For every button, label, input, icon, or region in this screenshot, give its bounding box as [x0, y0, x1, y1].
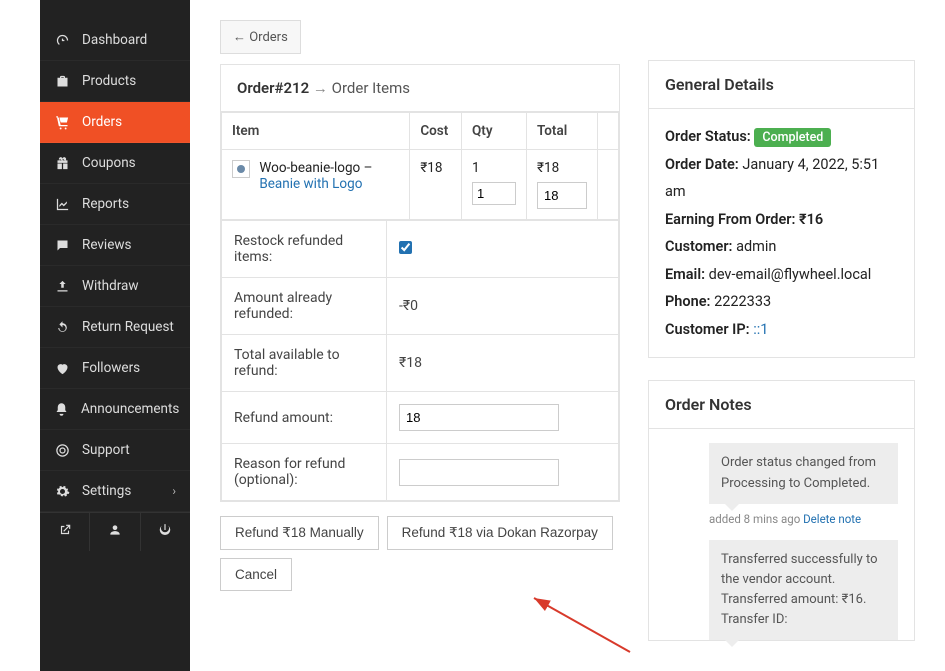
already-refunded-label: Amount already refunded:	[222, 278, 387, 335]
order-items-table: Item Cost Qty Total Woo-beanie-logo – Be…	[221, 112, 619, 220]
order-note: Order status changed from Processing to …	[709, 443, 898, 503]
comment-icon	[54, 238, 70, 253]
sidebar-item-label: Coupons	[82, 155, 136, 171]
sidebar-item-label: Reviews	[82, 237, 132, 253]
email-label: Email:	[665, 266, 705, 283]
restock-label: Restock refunded items:	[222, 221, 387, 278]
sidebar-item-announcements[interactable]: Announcements	[40, 389, 190, 430]
already-refunded-value: -₹0	[387, 278, 619, 335]
note-time: added 8 mins ago	[709, 512, 803, 526]
arrow-icon: →	[313, 79, 332, 97]
product-name-prefix: Woo-beanie-logo –	[259, 160, 372, 176]
col-actions	[598, 113, 619, 150]
bell-icon	[54, 402, 69, 417]
refund-amount-input[interactable]	[399, 404, 559, 431]
sidebar-item-withdraw[interactable]: Withdraw	[40, 266, 190, 307]
cart-icon	[54, 115, 70, 130]
sidebar-item-label: Withdraw	[82, 278, 139, 294]
refund-amount-label: Refund amount:	[222, 392, 387, 444]
available-refund-value: ₹18	[387, 335, 619, 392]
restock-checkbox[interactable]	[399, 241, 412, 254]
back-to-orders-button[interactable]: ← Orders	[220, 20, 301, 54]
sidebar-item-label: Followers	[82, 360, 140, 376]
power-button[interactable]	[141, 513, 190, 551]
ip-value[interactable]: ::1	[753, 321, 768, 338]
sidebar-item-label: Support	[82, 442, 130, 458]
sidebar-item-products[interactable]: Products	[40, 61, 190, 102]
sidebar-item-dashboard[interactable]: Dashboard	[40, 20, 190, 61]
gauge-icon	[54, 33, 70, 48]
order-items-header: Order#212 → Order Items	[221, 65, 619, 112]
item-qty: 1	[472, 160, 516, 176]
product-link[interactable]: Beanie with Logo	[259, 176, 362, 192]
order-date-label: Order Date:	[665, 156, 739, 173]
sidebar-item-label: Dashboard	[82, 32, 147, 48]
delete-note-link[interactable]: Delete note	[803, 512, 861, 526]
order-notes-panel: Order Notes Order status changed from Pr…	[648, 380, 915, 641]
sidebar-item-label: Announcements	[81, 401, 179, 417]
ip-label: Customer IP:	[665, 321, 750, 338]
order-note: Transferred successfully to the vendor a…	[709, 540, 898, 641]
sidebar-item-support[interactable]: Support	[40, 430, 190, 471]
briefcase-icon	[54, 74, 70, 89]
profile-button[interactable]	[90, 513, 140, 551]
col-item: Item	[222, 113, 410, 150]
chevron-right-icon: ›	[172, 484, 176, 498]
cancel-button[interactable]: Cancel	[220, 558, 292, 591]
qty-input[interactable]	[472, 182, 516, 205]
sidebar-item-label: Orders	[82, 114, 122, 130]
earning-label: Earning From Order:	[665, 211, 795, 228]
refund-reason-label: Reason for refund (optional):	[222, 444, 387, 501]
item-cost: ₹18	[410, 150, 462, 220]
refund-manually-button[interactable]: Refund ₹18 Manually	[220, 516, 379, 550]
external-link-button[interactable]	[40, 513, 90, 551]
order-items-panel: Order#212 → Order Items Item Cost Qty To…	[220, 64, 620, 502]
sidebar-item-label: Settings	[82, 483, 131, 499]
gear-icon	[54, 484, 70, 499]
sidebar-item-reports[interactable]: Reports	[40, 184, 190, 225]
sidebar-item-reviews[interactable]: Reviews	[40, 225, 190, 266]
chart-icon	[54, 197, 70, 212]
order-status-label: Order Status:	[665, 128, 751, 145]
order-items-subtitle: Order Items	[332, 79, 410, 97]
order-notes-title: Order Notes	[649, 381, 914, 429]
col-qty: Qty	[462, 113, 527, 150]
refund-reason-input[interactable]	[399, 459, 559, 486]
heart-icon	[54, 361, 70, 376]
status-badge: Completed	[754, 128, 831, 147]
sidebar-item-label: Products	[82, 73, 136, 89]
general-details-panel: General Details Order Status: Completed …	[648, 60, 915, 358]
available-refund-label: Total available to refund:	[222, 335, 387, 392]
phone-label: Phone:	[665, 293, 710, 310]
lifering-icon	[54, 443, 70, 458]
table-row: Woo-beanie-logo – Beanie with Logo ₹18 1…	[222, 150, 619, 220]
product-thumb	[232, 160, 250, 178]
col-total: Total	[527, 113, 598, 150]
refund-razorpay-button[interactable]: Refund ₹18 via Dokan Razorpay	[387, 516, 613, 550]
phone-value: 2222333	[714, 293, 771, 310]
item-total: ₹18	[537, 160, 587, 176]
gift-icon	[54, 156, 70, 171]
sidebar-item-label: Reports	[82, 196, 129, 212]
sidebar-item-orders[interactable]: Orders	[40, 102, 190, 143]
order-number: Order#212	[237, 79, 309, 97]
upload-icon	[54, 279, 70, 294]
sidebar-item-settings[interactable]: Settings ›	[40, 471, 190, 512]
refresh-icon	[54, 320, 70, 335]
earning-value: ₹16	[799, 211, 823, 228]
general-details-title: General Details	[649, 61, 914, 109]
sidebar-item-followers[interactable]: Followers	[40, 348, 190, 389]
customer-label: Customer:	[665, 238, 733, 255]
sidebar-item-return-request[interactable]: Return Request	[40, 307, 190, 348]
col-cost: Cost	[410, 113, 462, 150]
sidebar-item-label: Return Request	[82, 319, 174, 335]
email-value: dev-email@flywheel.local	[709, 266, 872, 283]
total-input[interactable]	[537, 182, 587, 209]
customer-value: admin	[736, 238, 776, 255]
refund-table: Restock refunded items: Amount already r…	[221, 220, 619, 501]
sidebar-item-coupons[interactable]: Coupons	[40, 143, 190, 184]
